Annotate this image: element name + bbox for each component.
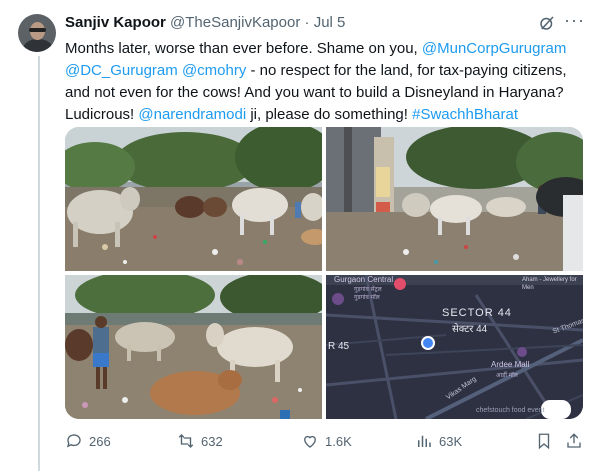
tweet-header: Sanjiv Kapoor @TheSanjivKapoor · Jul 5 [65,14,345,32]
bookmark-icon [538,433,550,450]
tweet-text: Months later, worse than ever before. Sh… [65,38,590,126]
map-sector-hindi: सेक्टर 44 [452,324,488,335]
reply-icon [66,434,81,448]
repost-icon [178,434,194,448]
tweet-date[interactable]: Jul 5 [314,14,346,31]
photo-cows-garbage-2[interactable] [326,127,583,271]
map-sector-45: R 45 [328,341,350,352]
map-place-gurgaon-central-hindi: गुड़गांव सेंट्रल [354,287,382,293]
map-ardee-mall: Ardee Mall [491,360,530,369]
views-icon [418,435,431,447]
like-count: 1.6K [325,433,352,449]
bookmark-button[interactable] [535,430,559,452]
mention-link[interactable]: @MunCorpGurugram [422,40,566,57]
like-button[interactable]: 1.6K [301,430,352,452]
photo-cows-garbage-1[interactable] [65,127,322,271]
author-name[interactable]: Sanjiv Kapoor [65,14,166,31]
text-part: Months later, worse than ever before. Sh… [65,40,422,57]
more-icon[interactable]: ··· [564,10,585,31]
share-button[interactable] [565,430,589,452]
map-place-gurgaon-central: Gurgaon Central [334,275,394,284]
repost-count: 632 [201,433,223,449]
mention-link[interactable]: @narendramodi [138,106,246,123]
separator: · [304,14,310,31]
photo-cows-garbage-3[interactable] [65,275,322,419]
map-place-aham: Aham - Jewellery for Men [522,277,577,291]
map-screenshot[interactable]: Gurgaon Central गुड़गांव सेंट्रल गुडगांव… [326,275,583,419]
reply-button[interactable]: 266 [65,430,111,452]
thread-line [38,56,40,471]
grok-icon[interactable] [538,14,556,32]
share-icon [567,433,581,448]
hashtag-link[interactable]: #SwachhBharat [412,106,518,123]
map-bottom-text: chefstouch food event [476,407,545,414]
map-place-gurgaon-mall-hindi: गुडगांव मॉल [354,295,380,301]
author-handle[interactable]: @TheSanjivKapoor [170,14,300,31]
mention-link[interactable]: @DC_Gurugram [65,62,178,79]
reply-count: 266 [89,433,111,449]
action-bar: 266 632 1.6K 63K [65,430,585,452]
views-count: 63K [439,433,463,449]
repost-button[interactable]: 632 [177,430,223,452]
like-icon [304,435,316,448]
map-sector-label: SECTOR 44 [442,307,512,319]
text-part: ji, please do something! [246,106,413,123]
map-ardee-mall-hindi: आर्डी मॉल [496,373,518,379]
views-button[interactable]: 63K [415,430,462,452]
mention-link[interactable]: @cmohry [182,62,246,79]
avatar[interactable] [18,14,56,52]
media-grid: Gurgaon Central गुड़गांव सेंट्रल गुडगांव… [65,127,583,419]
